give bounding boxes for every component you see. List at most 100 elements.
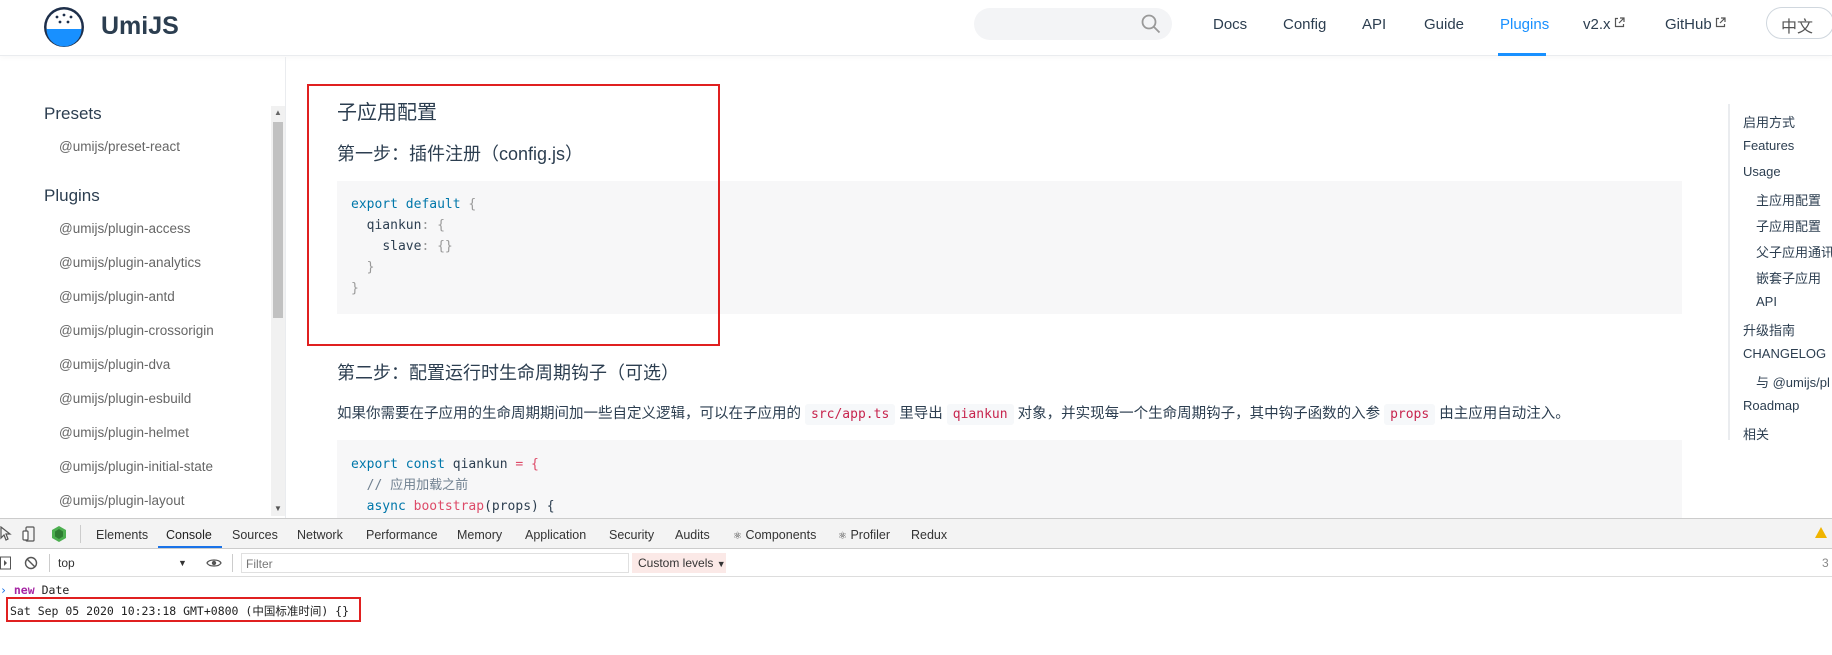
paragraph-lifecycle: 如果你需要在子应用的生命周期期间加一些自定义逻辑，可以在子应用的 src/app.… bbox=[337, 402, 1570, 425]
console-input-text: Date bbox=[41, 583, 70, 597]
scrollbar-thumb[interactable] bbox=[273, 122, 283, 318]
toc-item[interactable]: Usage bbox=[1743, 164, 1781, 179]
nav-plugins[interactable]: Plugins bbox=[1500, 16, 1549, 33]
sidebar-item-plugin-access[interactable]: @umijs/plugin-access bbox=[59, 221, 191, 236]
toc-item[interactable]: 父子应用通讯 bbox=[1756, 242, 1832, 261]
code-keyword: const bbox=[405, 457, 445, 472]
chevron-down-icon: ▼ bbox=[716, 559, 726, 569]
search-icon[interactable] bbox=[1140, 13, 1162, 35]
nav-api[interactable]: API bbox=[1362, 16, 1386, 33]
code-function: bootstrap bbox=[413, 499, 485, 514]
scroll-up-arrow-icon[interactable]: ▲ bbox=[271, 106, 285, 120]
toc-item[interactable]: CHANGELOG bbox=[1743, 346, 1826, 361]
umijs-logo[interactable] bbox=[42, 5, 86, 49]
devtools-tab-redux[interactable]: Redux bbox=[911, 528, 947, 542]
para-text: 如果你需要在子应用的生命周期期间加一些自定义逻辑，可以在子应用的 bbox=[337, 406, 801, 422]
device-toolbar-icon[interactable] bbox=[22, 526, 38, 542]
code-keyword: export bbox=[351, 457, 398, 472]
toolbar-divider bbox=[49, 554, 50, 572]
console-input-line: › new Date bbox=[0, 583, 69, 597]
active-tab-indicator bbox=[158, 546, 222, 548]
para-text: 里导出 bbox=[899, 406, 943, 422]
nav-guide[interactable]: Guide bbox=[1424, 16, 1464, 33]
nav-github[interactable]: GitHub bbox=[1665, 16, 1726, 33]
scroll-down-arrow-icon[interactable]: ▼ bbox=[271, 502, 285, 516]
inspect-element-icon[interactable] bbox=[0, 526, 12, 542]
toc-item[interactable]: Roadmap bbox=[1743, 398, 1799, 413]
toc-rail bbox=[1728, 104, 1730, 440]
devtools-tab-network[interactable]: Network bbox=[297, 528, 343, 542]
devtools-tabbar: Elements Console Sources Network Perform… bbox=[0, 519, 1832, 549]
sidebar-item-preset-react[interactable]: @umijs/preset-react bbox=[59, 139, 180, 154]
console-keyword: new bbox=[13, 583, 35, 597]
code-identifier: qiankun bbox=[452, 457, 508, 472]
devtools-tab-security[interactable]: Security bbox=[609, 528, 654, 542]
toolbar-divider bbox=[80, 525, 81, 543]
console-filter-input[interactable]: Filter bbox=[241, 553, 629, 573]
page: UmiJS Docs Config API Guide Plugins v2.x… bbox=[0, 0, 1832, 655]
console-count: 3 bbox=[1822, 556, 1829, 570]
show-sidebar-icon[interactable] bbox=[0, 556, 12, 570]
highlight-box-sub-app-config bbox=[307, 84, 720, 346]
code-keyword: async bbox=[366, 499, 406, 514]
toc-item[interactable]: 主应用配置 bbox=[1756, 190, 1821, 209]
sidebar-item-plugin-initial-state[interactable]: @umijs/plugin-initial-state bbox=[59, 459, 213, 474]
console-toolbar: top ▼ Filter Custom levels ▼ 3 bbox=[0, 549, 1832, 577]
devtools-tab-application[interactable]: Application bbox=[525, 528, 586, 542]
devtools-tab-sources[interactable]: Sources bbox=[232, 528, 278, 542]
devtools-tab-profiler-label: Profiler bbox=[850, 528, 891, 542]
custom-levels-label: Custom levels bbox=[638, 556, 714, 570]
sidebar-item-plugin-esbuild[interactable]: @umijs/plugin-esbuild bbox=[59, 391, 191, 406]
heading-step2: 第二步：配置运行时生命周期钩子（可选） bbox=[337, 363, 679, 383]
context-select[interactable]: top bbox=[58, 556, 75, 570]
vue-devtools-icon[interactable] bbox=[51, 525, 67, 543]
sidebar-group-presets: Presets bbox=[44, 104, 102, 123]
toc-item[interactable]: 启用方式 bbox=[1743, 112, 1795, 131]
toc-item[interactable]: 升级指南 bbox=[1743, 320, 1795, 339]
external-link-icon bbox=[1614, 17, 1625, 28]
react-icon: ⚛ bbox=[838, 531, 847, 542]
clear-console-icon[interactable] bbox=[24, 556, 38, 570]
toc-item[interactable]: 相关 bbox=[1743, 424, 1769, 443]
custom-levels-dropdown[interactable]: Custom levels ▼ bbox=[632, 553, 726, 573]
inline-code-src-app: src/app.ts bbox=[805, 404, 896, 425]
code-comment: // 应用加载之前 bbox=[366, 478, 469, 493]
top-navbar: UmiJS Docs Config API Guide Plugins v2.x… bbox=[0, 0, 1832, 56]
devtools-tab-elements[interactable]: Elements bbox=[96, 528, 148, 542]
prompt-arrow-icon: › bbox=[0, 583, 7, 597]
toc-item[interactable]: 子应用配置 bbox=[1756, 216, 1821, 235]
sidebar-item-plugin-helmet[interactable]: @umijs/plugin-helmet bbox=[59, 425, 189, 440]
active-nav-indicator bbox=[1498, 53, 1546, 56]
warning-icon[interactable] bbox=[1815, 527, 1827, 538]
sidebar-item-plugin-antd[interactable]: @umijs/plugin-antd bbox=[59, 289, 175, 304]
devtools-tab-performance[interactable]: Performance bbox=[366, 528, 438, 542]
sidebar-item-plugin-analytics[interactable]: @umijs/plugin-analytics bbox=[59, 255, 201, 270]
external-link-icon bbox=[1715, 17, 1726, 28]
chevron-down-icon[interactable]: ▼ bbox=[178, 558, 187, 568]
nav-config[interactable]: Config bbox=[1283, 16, 1326, 33]
devtools-panel: Elements Console Sources Network Perform… bbox=[0, 518, 1832, 655]
devtools-tab-profiler[interactable]: ⚛ Profiler bbox=[838, 528, 890, 542]
toc-item[interactable]: 嵌套子应用 bbox=[1756, 268, 1821, 287]
nav-v2x-label: v2.x bbox=[1583, 16, 1611, 33]
para-text: 由主应用自动注入。 bbox=[1439, 406, 1570, 422]
devtools-tab-audits[interactable]: Audits bbox=[675, 528, 710, 542]
brand-title[interactable]: UmiJS bbox=[101, 12, 179, 41]
language-switch-button[interactable]: 中文 bbox=[1766, 7, 1832, 39]
toc-item[interactable]: Features bbox=[1743, 138, 1794, 153]
code-punc: = { bbox=[515, 457, 539, 472]
toc-item[interactable]: API bbox=[1756, 294, 1777, 309]
nav-v2x[interactable]: v2.x bbox=[1583, 16, 1625, 33]
sidebar-item-plugin-dva[interactable]: @umijs/plugin-dva bbox=[59, 357, 170, 372]
devtools-tab-console[interactable]: Console bbox=[166, 528, 212, 542]
nav-github-label: GitHub bbox=[1665, 16, 1712, 33]
eye-icon[interactable] bbox=[206, 557, 222, 569]
inline-code-props: props bbox=[1384, 404, 1436, 425]
sidebar-item-plugin-crossorigin[interactable]: @umijs/plugin-crossorigin bbox=[59, 323, 214, 338]
devtools-tab-components[interactable]: ⚛ Components bbox=[733, 528, 816, 542]
devtools-tab-memory[interactable]: Memory bbox=[457, 528, 502, 542]
toc-item[interactable]: 与 @umijs/pl bbox=[1756, 372, 1830, 391]
sidebar-group-plugins: Plugins bbox=[44, 186, 100, 205]
sidebar-item-plugin-layout[interactable]: @umijs/plugin-layout bbox=[59, 493, 185, 508]
nav-docs[interactable]: Docs bbox=[1213, 16, 1247, 33]
